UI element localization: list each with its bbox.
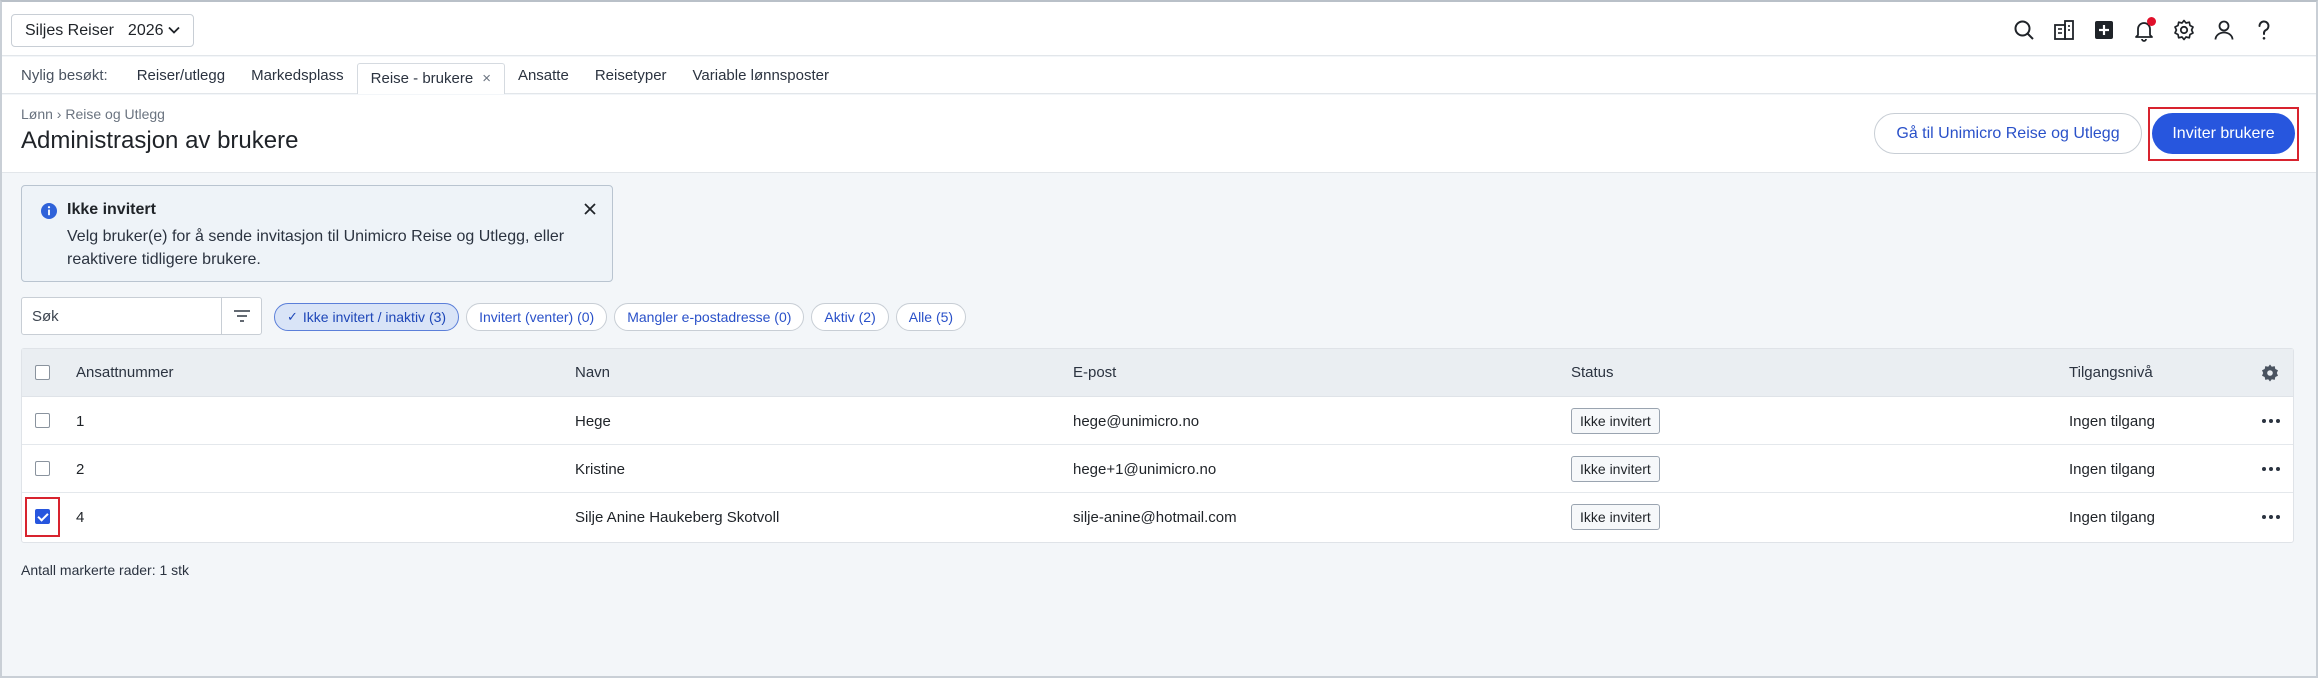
goto-reise-utlegg-button[interactable]: Gå til Unimicro Reise og Utlegg — [1874, 113, 2142, 154]
cell-number: 1 — [76, 413, 85, 430]
top-icons — [2004, 16, 2284, 44]
more-options-icon[interactable] — [2261, 460, 2281, 478]
search-button[interactable] — [2004, 16, 2044, 44]
cell-email: hege@unimicro.no — [1073, 413, 1200, 430]
cell-name: Hege — [575, 413, 611, 430]
notifications-button[interactable] — [2124, 16, 2164, 44]
row-checkbox[interactable] — [35, 461, 50, 476]
top-bar: Siljes Reiser 2026 — [2, 2, 2316, 56]
status-filter-chips: ✓ Ikke invitert / inaktiv (3) Invitert (… — [274, 303, 967, 331]
recent-tab-reise-brukere[interactable]: Reise - brukere × — [356, 62, 505, 94]
help-icon — [2258, 20, 2270, 40]
filter-icon — [233, 310, 250, 322]
add-icon — [2095, 21, 2113, 39]
invite-users-button[interactable]: Inviter brukere — [2152, 113, 2295, 154]
select-all-checkbox[interactable] — [35, 365, 50, 380]
page-header: Lønn › Reise og Utlegg Administrasjon av… — [2, 95, 2316, 173]
selected-rows-count: Antall markerte rader: 1 stk — [21, 562, 190, 578]
cell-access: Ingen tilgang — [2069, 461, 2155, 478]
info-title: Ikke invitert — [67, 201, 156, 218]
cell-access: Ingen tilgang — [2069, 509, 2155, 526]
table-row[interactable]: 2 Kristine hege+1@unimicro.no Ikke invit… — [22, 445, 2293, 493]
col-email[interactable]: E-post — [1073, 364, 1116, 381]
profile-button[interactable] — [2204, 16, 2244, 44]
cell-access: Ingen tilgang — [2069, 413, 2155, 430]
close-icon[interactable]: × — [482, 70, 491, 87]
notification-dot — [2147, 17, 2156, 26]
table-row[interactable]: 1 Hege hege@unimicro.no Ikke invitert In… — [22, 397, 2293, 445]
col-name[interactable]: Navn — [575, 364, 610, 381]
more-options-icon[interactable] — [2261, 508, 2281, 526]
search-input[interactable] — [22, 298, 222, 334]
cell-email: hege+1@unimicro.no — [1073, 461, 1217, 478]
cell-number: 4 — [76, 509, 85, 526]
row-checkbox[interactable] — [35, 413, 50, 428]
user-icon — [2214, 20, 2234, 40]
recently-visited-bar: Nylig besøkt: Reiser/utlegg Markedsplass… — [2, 57, 2316, 94]
chip-missing-email[interactable]: Mangler e-postadresse (0) — [614, 303, 805, 331]
cell-number: 2 — [76, 461, 85, 478]
table-header: Ansattnummer Navn E-post Status Tilgangs… — [22, 349, 2293, 397]
gear-icon — [2174, 19, 2194, 41]
company-name: Siljes Reiser — [25, 21, 114, 39]
company-year: 2026 — [127, 21, 164, 39]
info-text: Velg bruker(e) for å sende invitasjon ti… — [67, 228, 565, 268]
row-checkbox[interactable] — [35, 509, 50, 524]
more-options-icon[interactable] — [2261, 412, 2281, 430]
status-badge: Ikke invitert — [1571, 504, 1660, 530]
cell-name: Kristine — [575, 461, 626, 478]
col-status[interactable]: Status — [1571, 364, 1614, 381]
recent-tab-ansatte[interactable]: Ansatte — [505, 60, 582, 90]
gear-icon[interactable] — [2260, 363, 2280, 383]
filter-button[interactable] — [221, 298, 261, 334]
chip-active[interactable]: Aktiv (2) — [811, 303, 889, 331]
cell-name: Silje Anine Haukeberg Skotvoll — [575, 509, 780, 526]
company-button[interactable] — [2044, 16, 2084, 44]
company-selector[interactable]: Siljes Reiser 2026 — [11, 14, 194, 47]
chip-label: Ikke invitert / inaktiv (3) — [302, 309, 447, 325]
page-title: Administrasjon av brukere — [21, 127, 299, 154]
recent-tab-reisetyper[interactable]: Reisetyper — [582, 60, 680, 90]
info-icon — [41, 203, 57, 219]
recent-label: Nylig besøkt: — [21, 66, 108, 84]
cell-email: silje-anine@hotmail.com — [1073, 509, 1237, 526]
chip-not-invited[interactable]: ✓ Ikke invitert / inaktiv (3) — [274, 303, 460, 331]
breadcrumb[interactable]: Lønn › Reise og Utlegg — [21, 106, 165, 122]
users-table: Ansattnummer Navn E-post Status Tilgangs… — [21, 348, 2294, 543]
company-icon — [2054, 20, 2074, 40]
recent-tab-variable-lonnsposter[interactable]: Variable lønnsposter — [680, 60, 842, 90]
recent-tab-label: Reise - brukere — [370, 70, 474, 87]
close-icon[interactable] — [582, 201, 598, 217]
recent-tab-markedsplass[interactable]: Markedsplass — [238, 60, 357, 90]
info-banner: Ikke invitert Velg bruker(e) for å sende… — [21, 185, 613, 282]
help-button[interactable] — [2244, 16, 2284, 44]
chip-all[interactable]: Alle (5) — [895, 303, 967, 331]
chevron-down-icon — [168, 26, 180, 34]
col-access-level[interactable]: Tilgangsnivå — [2069, 364, 2153, 381]
settings-button[interactable] — [2164, 16, 2204, 44]
search-box — [21, 297, 262, 335]
col-employee-number[interactable]: Ansattnummer — [76, 364, 174, 381]
check-icon: ✓ — [287, 309, 298, 324]
status-badge: Ikke invitert — [1571, 456, 1660, 482]
chip-invited-pending[interactable]: Invitert (venter) (0) — [466, 303, 608, 331]
add-button[interactable] — [2084, 16, 2124, 44]
status-badge: Ikke invitert — [1571, 408, 1660, 434]
table-row[interactable]: 4 Silje Anine Haukeberg Skotvoll silje-a… — [22, 493, 2293, 541]
recent-tab-reiser-utlegg[interactable]: Reiser/utlegg — [124, 60, 238, 90]
search-icon — [2014, 20, 2034, 40]
